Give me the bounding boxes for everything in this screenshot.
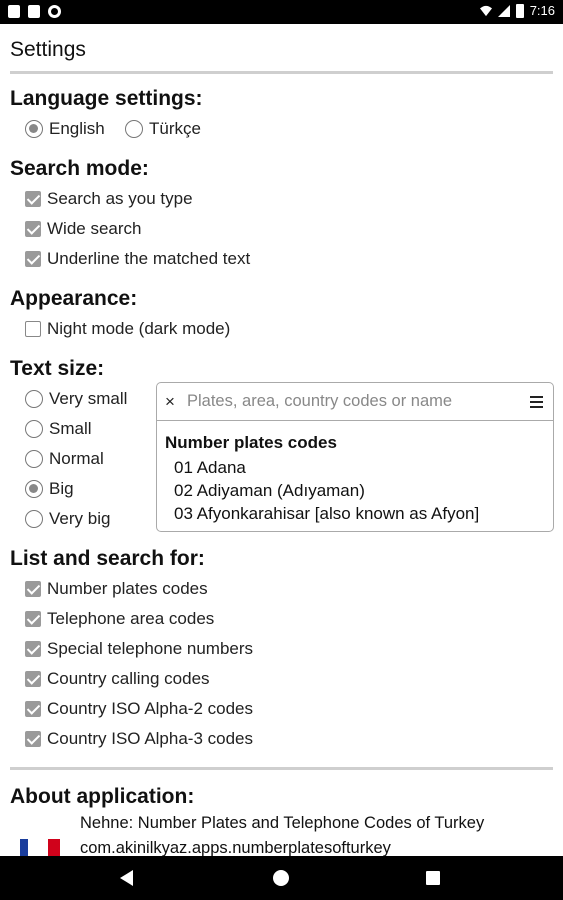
option-label: Search as you type [47,189,193,208]
app-package: com.akinilkyaz.apps.numberplatesofturkey [80,839,391,856]
settings-content[interactable]: Settings Language settings: English Türk… [0,24,563,856]
preview-list-item: 02 Adiyaman (Adıyaman) [174,481,365,500]
option-label: Special telephone numbers [47,639,254,658]
signal-icon [497,4,510,17]
checkbox-telephone-area[interactable] [25,611,41,627]
checkbox-iso-alpha2[interactable] [25,701,41,717]
option-label: Wide search [47,219,142,238]
text-size-big[interactable]: Big [25,478,74,500]
about-section-title: About application: [10,785,195,808]
country-calling-option[interactable]: Country calling codes [25,668,210,690]
text-size-very-small[interactable]: Very small [25,388,127,410]
radio-english[interactable] [25,120,43,138]
checkbox-special-telephone[interactable] [25,641,41,657]
checkbox-wide-search[interactable] [25,221,41,237]
radio-very-small[interactable] [25,390,43,408]
wifi-icon [479,5,492,16]
language-option-label: English [49,119,105,138]
telephone-area-option[interactable]: Telephone area codes [25,608,214,630]
language-option-turkce[interactable]: Türkçe [125,118,201,140]
home-icon[interactable] [273,870,289,886]
preview-search-bar: × Plates, area, country codes or name [157,383,553,421]
checkbox-country-calling[interactable] [25,671,41,687]
language-section-title: Language settings: [10,87,203,110]
notification-a-icon [8,5,20,18]
iso-alpha2-option[interactable]: Country ISO Alpha-2 codes [25,698,253,720]
title-divider [10,71,553,74]
checkbox-underline-matched[interactable] [25,251,41,267]
text-size-small[interactable]: Small [25,418,92,440]
app-name: Nehne: Number Plates and Telephone Codes… [80,814,485,832]
option-label: Small [49,419,92,438]
option-label: Normal [49,449,104,468]
radio-small[interactable] [25,420,43,438]
option-label: Very small [49,389,128,408]
status-time: 7:16 [529,3,555,18]
radio-normal[interactable] [25,450,43,468]
search-mode-section-title: Search mode: [10,157,149,180]
night-mode-option[interactable]: Night mode (dark mode) [25,318,230,340]
list-search-section-title: List and search for: [10,547,205,570]
about-divider [10,767,553,770]
text-size-preview: × Plates, area, country codes or name Nu… [156,382,554,532]
radio-big[interactable] [25,480,43,498]
checkbox-night-mode[interactable] [25,321,41,337]
text-size-normal[interactable]: Normal [25,448,104,470]
page-title: Settings [10,38,86,61]
text-size-very-big[interactable]: Very big [25,508,110,530]
special-telephone-option[interactable]: Special telephone numbers [25,638,253,660]
recent-apps-icon[interactable] [426,871,440,885]
option-label: Night mode (dark mode) [47,319,231,338]
back-icon[interactable] [120,870,133,886]
sd-card-icon [28,5,40,18]
close-icon: × [165,392,175,411]
checkbox-number-plates[interactable] [25,581,41,597]
search-as-you-type-option[interactable]: Search as you type [25,188,193,210]
radio-turkce[interactable] [125,120,143,138]
option-label: Number plates codes [47,579,208,598]
checkbox-iso-alpha3[interactable] [25,731,41,747]
text-size-section-title: Text size: [10,357,105,380]
appearance-section-title: Appearance: [10,287,138,310]
battery-icon [515,3,524,18]
menu-icon [530,396,543,408]
app-logo-icon [20,839,60,856]
preview-heading: Number plates codes [165,433,337,452]
option-label: Very big [49,509,111,528]
sync-circle-icon [48,5,61,18]
option-label: Country calling codes [47,669,210,688]
option-label: Country ISO Alpha-2 codes [47,699,254,718]
checkbox-search-as-you-type[interactable] [25,191,41,207]
option-label: Country ISO Alpha-3 codes [47,729,254,748]
language-option-label: Türkçe [149,119,201,138]
language-option-english[interactable]: English [25,118,105,140]
wide-search-option[interactable]: Wide search [25,218,141,240]
preview-list-item: 03 Afyonkarahisar [also known as Afyon] [174,504,480,523]
number-plates-option[interactable]: Number plates codes [25,578,208,600]
preview-list-item: 01 Adana [174,458,246,477]
navigation-bar [0,856,563,900]
iso-alpha3-option[interactable]: Country ISO Alpha-3 codes [25,728,253,750]
option-label: Underline the matched text [47,249,251,268]
preview-search-placeholder: Plates, area, country codes or name [187,392,453,410]
option-label: Big [49,479,74,498]
underline-matched-option[interactable]: Underline the matched text [25,248,250,270]
status-bar: 7:16 [0,0,563,24]
radio-very-big[interactable] [25,510,43,528]
option-label: Telephone area codes [47,609,215,628]
